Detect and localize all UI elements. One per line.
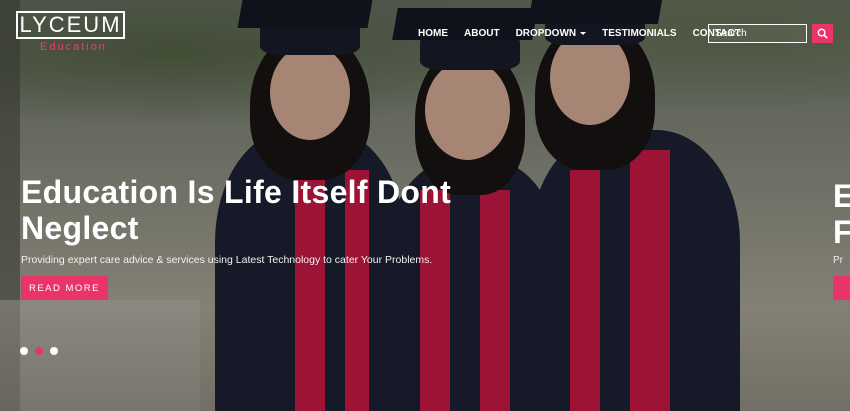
nav-dropdown-label: DROPDOWN <box>515 28 577 39</box>
brand-subtitle: Education <box>40 41 107 53</box>
nav-home[interactable]: HOME <box>410 24 456 43</box>
next-slide-tagline-peek: Pr <box>833 255 843 266</box>
carousel-dot[interactable] <box>20 347 28 355</box>
nav-testimonials[interactable]: TESTIMONIALS <box>594 24 684 43</box>
main-nav: HOME ABOUT DROPDOWN TESTIMONIALS CONTACT <box>410 24 749 43</box>
search-button[interactable] <box>812 24 833 43</box>
read-more-button[interactable]: READ MORE <box>21 276 108 300</box>
hero-banner: LYCEUM Education HOME ABOUT DROPDOWN TES… <box>0 0 850 411</box>
caret-down-icon <box>580 32 587 35</box>
nav-dropdown[interactable]: DROPDOWN <box>508 24 595 43</box>
nav-about[interactable]: ABOUT <box>456 24 508 43</box>
search-input[interactable] <box>708 24 807 43</box>
brand-logo[interactable]: LYCEUM <box>16 11 125 39</box>
next-slide-headline-peek: E F <box>833 178 850 250</box>
carousel-dot[interactable] <box>50 347 58 355</box>
carousel-dot[interactable] <box>35 347 43 355</box>
search-icon <box>817 28 828 39</box>
slide-headline: Education Is Life Itself Dont Neglect <box>21 174 452 246</box>
carousel-indicators <box>20 347 58 355</box>
slide-tagline: Providing expert care advice & services … <box>21 254 433 266</box>
next-slide-button-peek[interactable] <box>833 276 850 300</box>
